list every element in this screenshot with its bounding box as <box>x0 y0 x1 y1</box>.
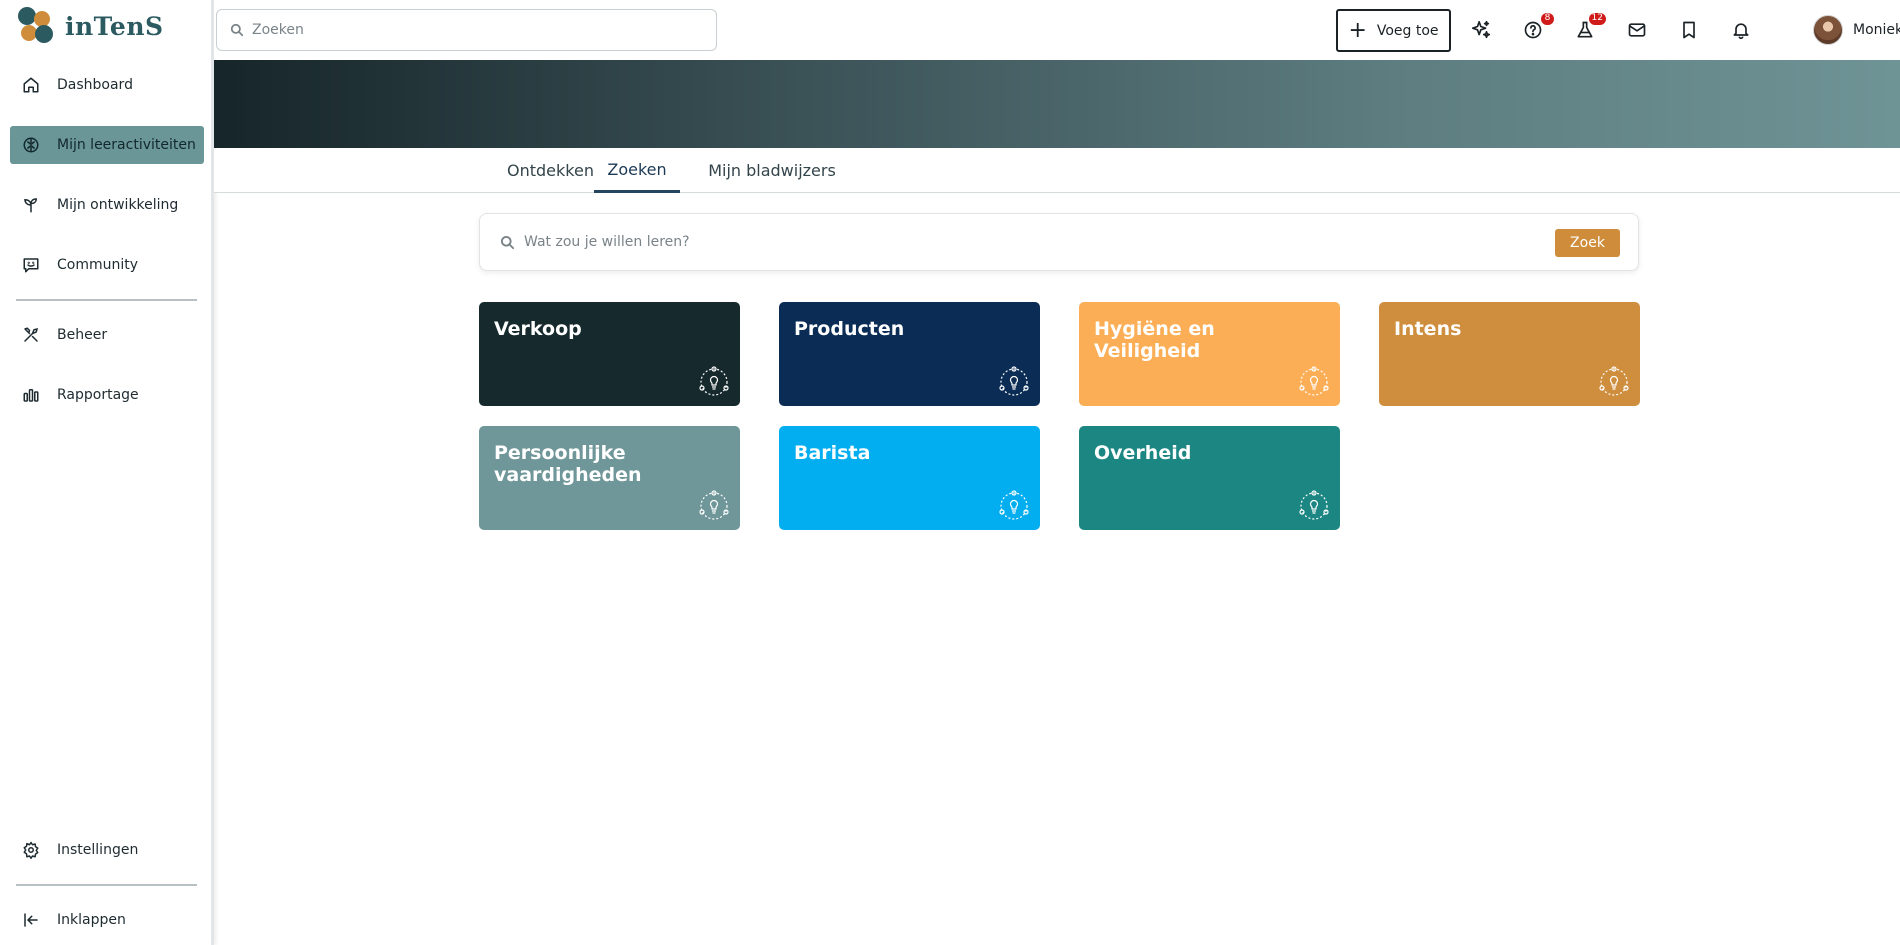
global-search-input[interactable] <box>252 22 672 38</box>
global-search[interactable] <box>216 9 717 51</box>
learning-search: Zoek <box>479 213 1639 271</box>
lightbulb-icon <box>1599 366 1629 396</box>
collapse-sidebar-button[interactable]: Inklappen <box>10 901 204 939</box>
sidebar-item-label: Community <box>57 257 139 273</box>
category-title: Barista <box>794 442 871 464</box>
collapse-label: Inklappen <box>57 912 126 928</box>
sidebar-divider <box>16 884 197 886</box>
bell-icon <box>1733 23 1749 40</box>
add-button-label: Voeg toe <box>1376 22 1439 39</box>
category-tile-hygiene-en-veiligheid[interactable]: Hygiëne en Veiligheid <box>1079 302 1340 406</box>
search-icon <box>500 235 515 250</box>
mail-icon <box>1628 23 1646 37</box>
notifications-button[interactable] <box>1728 17 1754 43</box>
tab-zoeken[interactable]: Zoeken <box>594 148 680 193</box>
category-title: Verkoop <box>494 318 582 340</box>
messages-button[interactable] <box>1624 17 1650 43</box>
sidebar-item-label: Mijn ontwikkeling <box>57 197 179 213</box>
logo-mark-icon <box>18 7 56 45</box>
top-bar: + Voeg toe 8 12 Moniek <box>214 0 1900 60</box>
sidebar-item-beheer[interactable]: Beheer <box>10 316 204 354</box>
sidebar-item-instellingen[interactable]: Instellingen <box>10 831 204 869</box>
home-icon <box>21 75 41 95</box>
category-title: Overheid <box>1094 442 1192 464</box>
bookmark-icon <box>1683 21 1695 39</box>
user-name: Moniek <box>1853 22 1900 38</box>
add-button[interactable]: + Voeg toe <box>1336 9 1451 52</box>
gear-icon <box>21 840 41 860</box>
logo-text: inTenS <box>65 11 164 41</box>
sidebar-item-label: Beheer <box>57 327 108 343</box>
bookmarks-button[interactable] <box>1676 17 1702 43</box>
lightbulb-icon <box>699 366 729 396</box>
lightbulb-icon <box>999 490 1029 520</box>
help-icon <box>1524 21 1542 39</box>
lightbulb-icon <box>999 366 1029 396</box>
category-tile-intens[interactable]: Intens <box>1379 302 1640 406</box>
sidebar-divider <box>16 299 197 301</box>
search-icon <box>230 23 244 37</box>
plus-icon: + <box>1348 17 1367 43</box>
sidebar-item-label: Rapportage <box>57 387 139 403</box>
sprout-icon <box>21 195 41 215</box>
help-button[interactable]: 8 <box>1520 13 1554 43</box>
app-logo[interactable]: inTenS <box>18 6 164 46</box>
help-badge: 8 <box>1541 13 1554 25</box>
sparkle-icon <box>1471 20 1491 39</box>
sidebar-item-label: Dashboard <box>57 77 133 93</box>
user-menu[interactable]: Moniek <box>1813 14 1900 46</box>
tab-ontdekken[interactable]: Ontdekken <box>494 148 607 193</box>
sidebar: inTenS Dashboard Mijn leeractiviteiten M… <box>0 0 214 945</box>
bar-chart-icon <box>21 385 41 405</box>
tools-icon <box>21 325 41 345</box>
learning-search-input[interactable] <box>524 234 1524 250</box>
category-title: Intens <box>1394 318 1462 340</box>
chat-smile-icon <box>21 255 41 275</box>
sidebar-item-mijn-leeractiviteiten[interactable]: Mijn leeractiviteiten <box>10 126 204 164</box>
tab-bar: Ontdekken Zoeken Mijn bladwijzers <box>214 148 1900 193</box>
category-title: Hygiëne en Veiligheid <box>1094 318 1215 362</box>
collapse-left-icon <box>21 910 41 930</box>
category-tile-producten[interactable]: Producten <box>779 302 1040 406</box>
search-submit-button[interactable]: Zoek <box>1555 229 1620 257</box>
lightbulb-icon <box>1299 366 1329 396</box>
category-tile-overheid[interactable]: Overheid <box>1079 426 1340 530</box>
settings-label: Instellingen <box>57 842 139 858</box>
tab-mijn-bladwijzers[interactable]: Mijn bladwijzers <box>689 148 855 193</box>
sidebar-item-rapportage[interactable]: Rapportage <box>10 376 204 414</box>
category-title: Persoonlijke vaardigheden <box>494 442 642 486</box>
sidebar-item-mijn-ontwikkeling[interactable]: Mijn ontwikkeling <box>10 186 204 224</box>
brain-icon <box>21 135 41 155</box>
category-tile-barista[interactable]: Barista <box>779 426 1040 530</box>
lab-button[interactable]: 12 <box>1572 13 1606 43</box>
category-tile-persoonlijke-vaardigheden[interactable]: Persoonlijke vaardigheden <box>479 426 740 530</box>
sidebar-item-community[interactable]: Community <box>10 246 204 284</box>
sidebar-item-dashboard[interactable]: Dashboard <box>10 66 204 104</box>
avatar <box>1813 15 1843 45</box>
category-tile-verkoop[interactable]: Verkoop <box>479 302 740 406</box>
lab-badge: 12 <box>1588 13 1606 25</box>
ai-sparkle-button[interactable] <box>1468 17 1494 43</box>
lightbulb-icon <box>1299 490 1329 520</box>
hero-banner <box>214 60 1900 148</box>
category-title: Producten <box>794 318 905 340</box>
sidebar-item-label: Mijn leeractiviteiten <box>57 137 196 153</box>
lightbulb-icon <box>699 490 729 520</box>
